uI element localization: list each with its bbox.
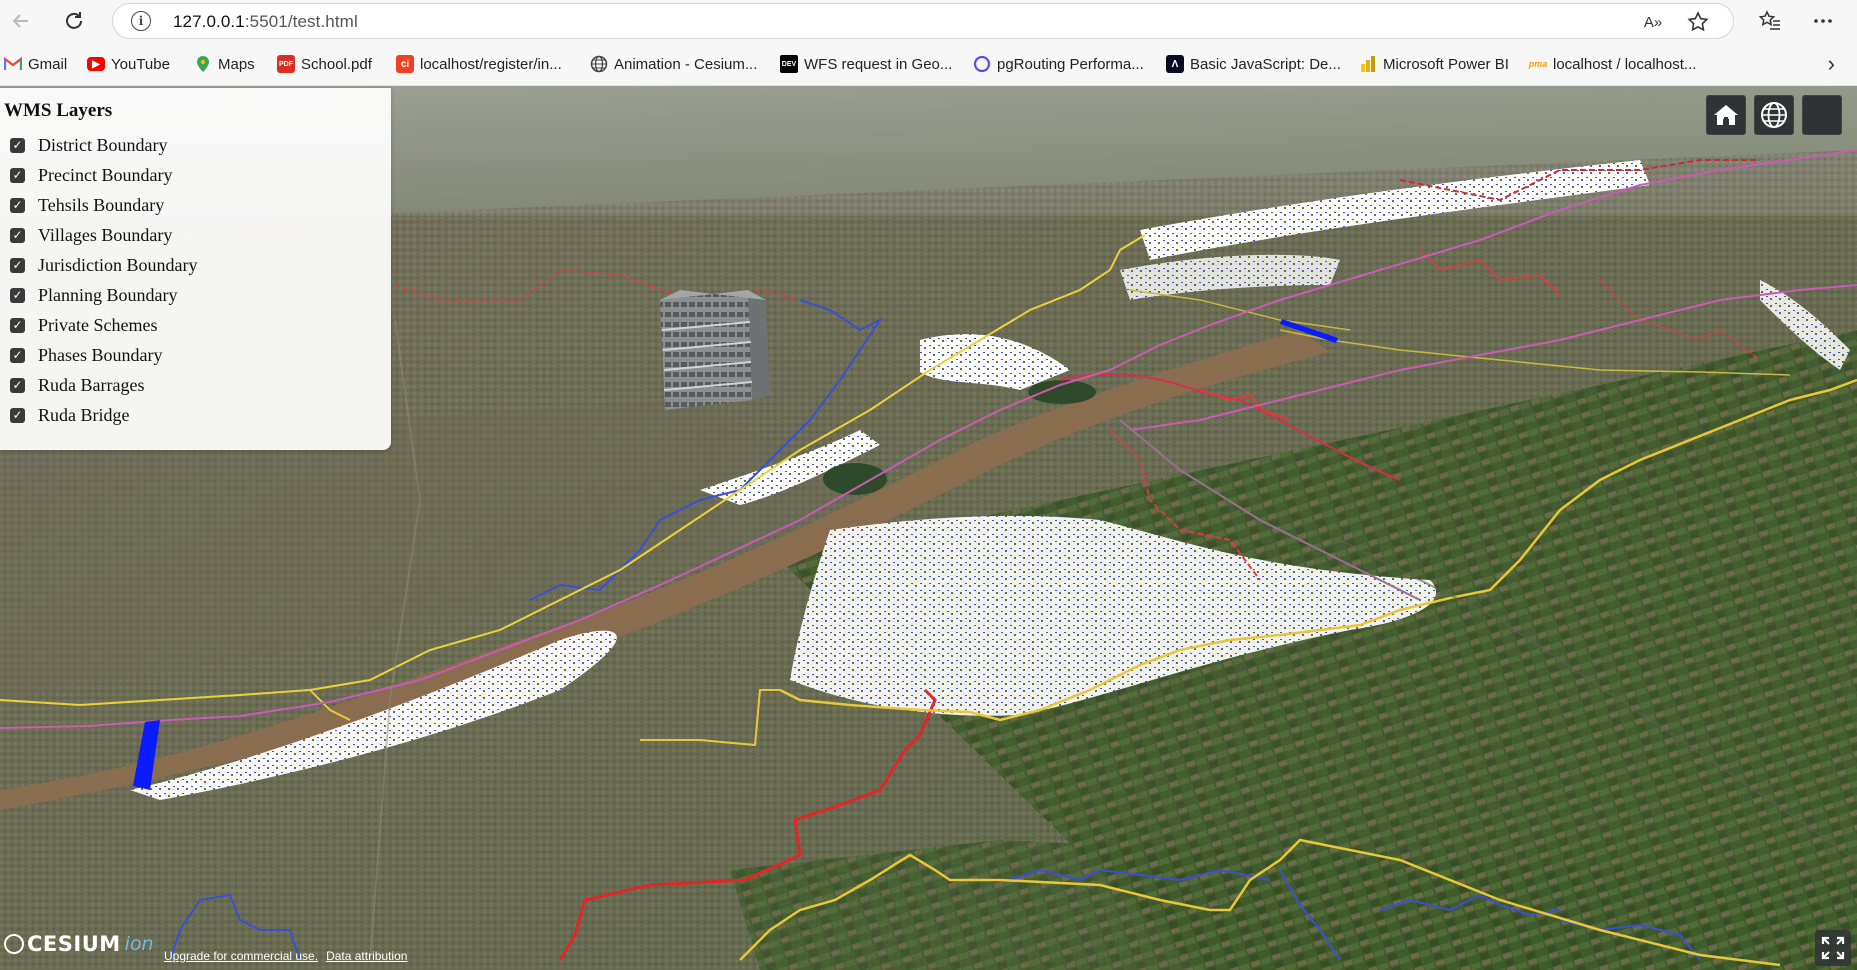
freecodecamp-icon: Λ (1166, 55, 1184, 73)
fullscreen-icon (1821, 936, 1845, 960)
bookmark-label: Microsoft Power BI (1383, 55, 1509, 73)
checkbox-checked-icon[interactable]: ✓ (10, 167, 25, 183)
checkbox-checked-icon[interactable]: ✓ (10, 197, 25, 213)
layer-label: District Boundary (38, 134, 168, 155)
bookmark-basic-javascript[interactable]: Λ Basic JavaScript: De... (1166, 53, 1341, 75)
ring-icon (973, 55, 991, 73)
checkbox-checked-icon[interactable]: ✓ (10, 407, 25, 423)
favorite-star-icon[interactable] (1686, 10, 1710, 34)
bookmark-label: localhost/register/in... (420, 55, 562, 73)
layer-label: Precinct Boundary (38, 164, 173, 185)
checkbox-checked-icon[interactable]: ✓ (10, 377, 25, 393)
layer-toggle-planning-boundary[interactable]: ✓ Planning Boundary (4, 280, 391, 310)
checkbox-checked-icon[interactable]: ✓ (10, 347, 25, 363)
home-button[interactable] (1706, 95, 1746, 135)
bookmark-label: YouTube (111, 55, 170, 73)
site-info-icon[interactable]: i (131, 11, 151, 31)
layer-label: Villages Boundary (38, 224, 173, 245)
layer-toggle-ruda-bridge[interactable]: ✓ Ruda Bridge (4, 400, 391, 430)
checkbox-checked-icon[interactable]: ✓ (10, 287, 25, 303)
bookmarks-overflow-chevron-icon[interactable]: › (1828, 51, 1835, 77)
layer-toggle-private-schemes[interactable]: ✓ Private Schemes (4, 310, 391, 340)
browser-toolbar: i 127.0.0.1:5501/test.html A» (0, 0, 1857, 42)
bookmark-label: pgRouting Performa... (997, 55, 1144, 73)
bookmark-label: Animation - Cesium... (614, 55, 758, 73)
bookmark-label: WFS request in Geo... (804, 55, 953, 73)
layer-label: Ruda Barrages (38, 374, 145, 395)
pdf-icon: PDF (277, 55, 295, 73)
powerbi-icon (1359, 55, 1377, 73)
fullscreen-button[interactable] (1815, 930, 1851, 966)
layer-label: Private Schemes (38, 314, 158, 335)
reload-button[interactable] (59, 6, 89, 36)
cesium-logo-text: CESIUM (27, 932, 121, 956)
checkbox-checked-icon[interactable]: ✓ (10, 137, 25, 153)
layer-label: Jurisdiction Boundary (38, 254, 198, 275)
bookmark-maps[interactable]: Maps (194, 53, 255, 75)
bookmark-label: School.pdf (301, 55, 372, 73)
back-button[interactable] (6, 6, 36, 36)
3d-building-model (660, 290, 770, 410)
layer-toggle-ruda-barrages[interactable]: ✓ Ruda Barrages (4, 370, 391, 400)
bookmark-wfs-request[interactable]: DEV WFS request in Geo... (780, 53, 952, 75)
layer-toggle-jurisdiction-boundary[interactable]: ✓ Jurisdiction Boundary (4, 250, 391, 280)
more-menu-icon[interactable] (1808, 6, 1838, 36)
phpmyadmin-icon: pma (1528, 59, 1548, 69)
favorites-bar-icon[interactable] (1755, 6, 1785, 36)
globe-icon (590, 55, 608, 73)
data-attribution-link[interactable]: Data attribution (326, 949, 407, 963)
layer-label: Ruda Bridge (38, 404, 130, 425)
checkbox-checked-icon[interactable]: ✓ (10, 227, 25, 243)
cesium-logo-icon (4, 934, 24, 954)
wms-layers-panel: WMS Layers ✓ District Boundary ✓ Precinct … (0, 88, 391, 450)
bookmarks-bar: Gmail ▶ YouTube Maps PDF School.pdf ci l… (0, 42, 1857, 86)
bookmark-phpmyadmin[interactable]: pma localhost / localhost... (1528, 53, 1697, 75)
read-aloud-icon[interactable]: A» (1641, 10, 1665, 34)
layer-toggle-villages-boundary[interactable]: ✓ Villages Boundary (4, 220, 391, 250)
bookmark-label: Gmail (28, 55, 68, 73)
globe-icon (1761, 102, 1787, 128)
navigation-help-button[interactable] (1802, 95, 1842, 135)
bookmark-cesium-animation[interactable]: Animation - Cesium... (590, 53, 757, 75)
bookmark-school-pdf[interactable]: PDF School.pdf (277, 53, 372, 75)
checkbox-checked-icon[interactable]: ✓ (10, 257, 25, 273)
bookmark-pgrouting[interactable]: pgRouting Performa... (973, 53, 1144, 75)
bookmark-localhost-register[interactable]: ci localhost/register/in... (396, 53, 562, 75)
address-bar[interactable]: i 127.0.0.1:5501/test.html A» (112, 3, 1734, 39)
cesium-ion-suffix: ion (124, 933, 154, 955)
bookmark-power-bi[interactable]: Microsoft Power BI (1359, 53, 1509, 75)
layer-label: Planning Boundary (38, 284, 178, 305)
checkbox-checked-icon[interactable]: ✓ (10, 317, 25, 333)
maps-pin-icon (194, 55, 212, 73)
bookmark-youtube[interactable]: ▶ YouTube (87, 53, 170, 75)
dev-icon: DEV (780, 55, 798, 73)
layer-toggle-precinct-boundary[interactable]: ✓ Precinct Boundary (4, 160, 391, 190)
bookmark-label: localhost / localhost... (1553, 55, 1697, 73)
address-url[interactable]: 127.0.0.1:5501/test.html (173, 12, 358, 32)
home-icon (1714, 105, 1738, 125)
gmail-icon (4, 55, 22, 73)
layer-toggle-phases-boundary[interactable]: ✓ Phases Boundary (4, 340, 391, 370)
cesium-ion-logo[interactable]: CESIUM ion (4, 932, 154, 956)
back-arrow-icon (12, 14, 28, 28)
codeigniter-icon: ci (396, 55, 414, 73)
layer-toggle-tehsils-boundary[interactable]: ✓ Tehsils Boundary (4, 190, 391, 220)
bookmark-label: Basic JavaScript: De... (1190, 55, 1341, 73)
credits-bar: Upgrade for commercial use. Data attribut… (164, 949, 415, 963)
youtube-icon: ▶ (87, 57, 105, 71)
scene-mode-button[interactable] (1754, 95, 1794, 135)
upgrade-link[interactable]: Upgrade for commercial use. (164, 949, 318, 963)
bookmark-label: Maps (218, 55, 255, 73)
panel-title: WMS Layers (4, 100, 113, 121)
bookmark-gmail[interactable]: Gmail (4, 53, 67, 75)
layer-toggle-district-boundary[interactable]: ✓ District Boundary (4, 130, 391, 160)
layer-label: Tehsils Boundary (38, 194, 165, 215)
reload-icon (66, 12, 82, 29)
layer-label: Phases Boundary (38, 344, 163, 365)
